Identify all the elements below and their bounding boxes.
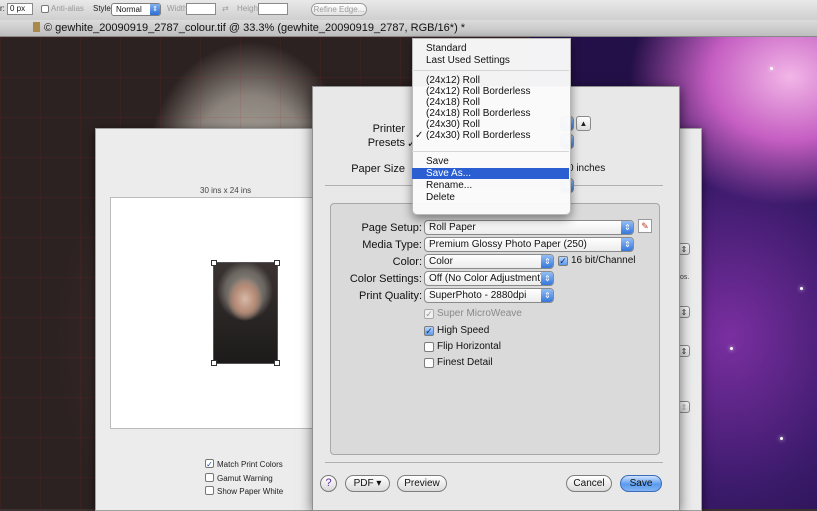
media-type-popup[interactable]: Premium Glossy Photo Paper (250) ⇕ xyxy=(424,237,634,252)
document-icon xyxy=(33,22,40,32)
save-button[interactable]: Save xyxy=(620,475,662,492)
media-type-value: Premium Glossy Photo Paper (250) xyxy=(429,239,587,250)
document-title: © gewhite_20090919_2787_colour.tif @ 33.… xyxy=(44,22,466,34)
color-adjust-icon[interactable]: ✎ xyxy=(638,219,652,233)
high-speed-label: High Speed xyxy=(437,325,490,336)
antialias-label: Anti-alias xyxy=(51,4,84,13)
menu-item-preset[interactable]: (24x12) Roll xyxy=(412,75,569,86)
star-decoration xyxy=(770,67,773,70)
style-select[interactable]: Normal ⇕ xyxy=(111,3,161,16)
color-settings-value: Off (No Color Adjustment) xyxy=(429,273,544,284)
print-quality-popup[interactable]: SuperPhoto - 2880dpi ⇕ xyxy=(424,288,554,303)
menu-item-last-used-settings[interactable]: Last Used Settings xyxy=(412,55,569,66)
menu-item-preset-checked[interactable]: ✓ (24x30) Roll Borderless xyxy=(412,130,569,141)
flip-horizontal-label: Flip Horizontal xyxy=(437,341,501,352)
chevron-updown-icon: ⇕ xyxy=(150,4,160,15)
panel-bar xyxy=(530,20,817,37)
chevron-updown-icon: ⇕ xyxy=(541,289,553,302)
cancel-button[interactable]: Cancel xyxy=(566,475,612,492)
options-bar: r: 0 px Anti-alias Style: Normal ⇕ Width… xyxy=(0,0,817,21)
media-type-label: Media Type: xyxy=(362,239,422,251)
feather-label: r: xyxy=(0,4,5,13)
menu-item-preset[interactable]: (24x30) Roll xyxy=(412,119,569,130)
help-button[interactable]: ? xyxy=(320,475,337,492)
preview-size-label: 30 ins x 24 ins xyxy=(200,186,252,195)
menu-item-standard[interactable]: Standard xyxy=(412,43,569,54)
match-print-colors-label: Match Print Colors xyxy=(217,460,283,469)
style-label: Style: xyxy=(93,4,114,13)
side-text: os. xyxy=(680,274,690,281)
star-decoration xyxy=(730,347,733,350)
star-decoration xyxy=(800,287,803,290)
chevron-updown-icon: ⇕ xyxy=(541,272,553,285)
super-microweave-checkbox[interactable]: ✓ xyxy=(424,309,434,319)
match-print-colors-checkbox[interactable]: ✓ xyxy=(205,459,214,469)
menu-item-label: (24x30) Roll Borderless xyxy=(426,130,531,141)
menu-item-delete[interactable]: Delete xyxy=(412,192,569,203)
menu-item-save-as[interactable]: Save As... xyxy=(412,168,569,179)
menu-item-preset[interactable]: (24x18) Roll Borderless xyxy=(412,108,569,119)
presets-label: Presets xyxy=(367,137,405,149)
flip-horizontal-checkbox[interactable] xyxy=(424,342,434,352)
finest-detail-checkbox[interactable] xyxy=(424,358,434,368)
color-popup[interactable]: Color ⇕ xyxy=(424,254,554,269)
menu-separator xyxy=(412,70,569,71)
style-value: Normal xyxy=(116,5,142,14)
page-setup-label: Page Setup: xyxy=(361,222,422,234)
paper-size-value: 0 inches xyxy=(568,163,606,174)
printer-label: Printer xyxy=(372,123,405,135)
resize-handle[interactable] xyxy=(211,360,217,366)
resize-handle[interactable] xyxy=(274,260,280,266)
super-microweave-label: Super MicroWeave xyxy=(437,308,522,319)
antialias-checkbox[interactable] xyxy=(41,5,49,13)
show-paper-white-checkbox[interactable] xyxy=(205,486,214,495)
feather-input[interactable]: 0 px xyxy=(7,3,33,15)
checkmark-icon: ✓ xyxy=(415,130,424,141)
document-title-bar: © gewhite_20090919_2787_colour.tif @ 33.… xyxy=(0,20,530,37)
pdf-button[interactable]: PDF ▾ xyxy=(345,475,390,492)
swap-arrows-icon[interactable]: ⇄ xyxy=(222,4,229,13)
color-settings-label: Color Settings: xyxy=(349,273,422,285)
menu-item-preset[interactable]: (24x18) Roll xyxy=(412,97,569,108)
width-input[interactable] xyxy=(186,3,216,15)
divider xyxy=(325,462,663,463)
color-label: Color: xyxy=(392,256,422,268)
chevron-updown-icon: ⇕ xyxy=(541,255,553,268)
16-bit-label: 16 bit/Channel xyxy=(571,255,636,266)
preview-button[interactable]: Preview xyxy=(397,475,447,492)
finest-detail-label: Finest Detail xyxy=(437,357,493,368)
high-speed-checkbox[interactable]: ✓ xyxy=(424,326,434,336)
menu-item-preset[interactable]: (24x12) Roll Borderless xyxy=(412,86,569,97)
star-decoration xyxy=(780,437,783,440)
chevron-updown-icon: ⇕ xyxy=(621,238,633,251)
refine-edge-button[interactable]: Refine Edge... xyxy=(311,3,367,16)
menu-separator xyxy=(412,151,569,152)
color-value: Color xyxy=(429,256,453,267)
height-input[interactable] xyxy=(258,3,288,15)
resize-handle[interactable] xyxy=(211,260,217,266)
page-setup-popup[interactable]: Roll Paper ⇕ xyxy=(424,220,634,235)
chevron-updown-icon: ⇕ xyxy=(621,221,633,234)
collapse-icon[interactable]: ▲ xyxy=(576,116,591,131)
16-bit-checkbox[interactable]: ✓ xyxy=(558,256,568,266)
page-setup-value: Roll Paper xyxy=(429,222,476,233)
print-quality-value: SuperPhoto - 2880dpi xyxy=(429,290,527,301)
resize-handle[interactable] xyxy=(274,360,280,366)
gamut-warning-label: Gamut Warning xyxy=(217,474,273,483)
menu-item-save[interactable]: Save xyxy=(412,156,569,167)
paper-size-label: Paper Size xyxy=(351,163,405,175)
print-preview-image[interactable] xyxy=(213,262,278,364)
print-quality-label: Print Quality: xyxy=(359,290,422,302)
gamut-warning-checkbox[interactable] xyxy=(205,473,214,482)
show-paper-white-label: Show Paper White xyxy=(217,487,284,496)
color-settings-popup[interactable]: Off (No Color Adjustment) ⇕ xyxy=(424,271,554,286)
menu-item-rename[interactable]: Rename... xyxy=(412,180,569,191)
